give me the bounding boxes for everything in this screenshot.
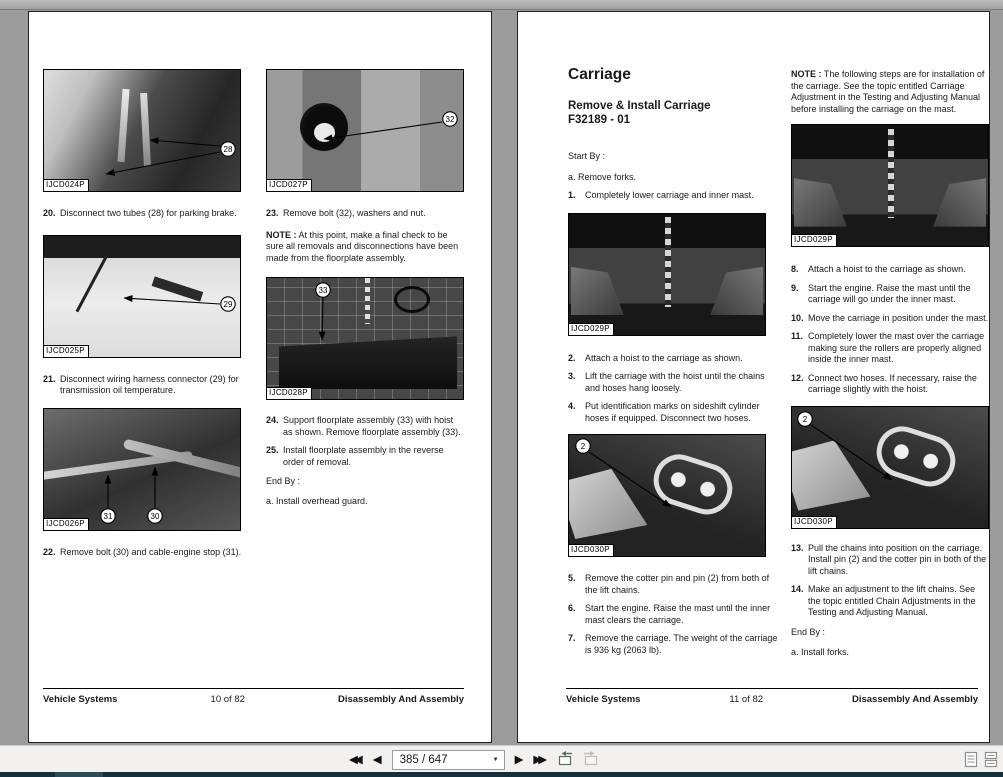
figure-ijcd030p: 2 IJCD030P [791,406,989,529]
next-view-icon [581,750,601,767]
callout-32: 32 [446,115,455,124]
figure-label: IJCD029P [569,323,614,335]
callout-29: 29 [224,300,233,309]
page-counter-value: 385 / 647 [400,754,448,766]
step-3: 3. Lift the carriage with the hoist unti… [568,371,782,394]
previous-page-icon: ◀ [373,754,382,766]
step-13: 13. Pull the chains into position on the… [791,543,990,578]
next-page-icon: ▶ [515,754,524,766]
callout-overlay: 33 [267,278,463,399]
step-11: 11. Completely lower the mast over the c… [791,331,990,366]
figure-label: IJCD026P [44,518,89,530]
note-paragraph: NOTE : The following steps are for insta… [791,69,990,115]
figure-ijcd026p: 31 30 IJCD026P [43,408,241,531]
end-by-label: End By : [791,627,990,639]
document-page-right: Carriage Remove & Install Carriage F3218… [517,11,990,743]
callout-overlay: 32 [267,70,463,191]
step-24: 24. Support floorplate assembly (33) wit… [266,415,464,438]
callout-overlay: 2 [569,435,765,556]
page-footer: Vehicle Systems 11 of 82 Disassembly And… [566,688,978,705]
end-by-item: a. Install forks. [791,647,990,659]
callout-overlay: 31 30 [44,409,240,530]
status-strip [0,772,1003,777]
step-2: 2. Attach a hoist to the carriage as sho… [568,353,782,365]
step-9: 9. Start the engine. Raise the mast unti… [791,283,990,306]
last-page-button[interactable]: ▶▶ [528,750,552,770]
next-page-button[interactable]: ▶ [510,750,529,770]
dropdown-arrow-icon: ▼ [493,757,499,763]
last-page-icon: ▶▶ [533,754,543,766]
callout-31: 31 [104,512,113,521]
previous-view-button[interactable] [552,750,578,770]
figure-label: IJCD030P [569,544,614,556]
figure-ijcd027p: 32 IJCD027P [266,69,464,192]
callout-30: 30 [151,512,160,521]
page-footer: Vehicle Systems 10 of 82 Disassembly And… [43,688,464,705]
end-by-item: a. Install overhead guard. [266,496,464,508]
step-1: 1. Completely lower carriage and inner m… [568,190,782,202]
callout-overlay: 2 [792,407,988,528]
callout-overlay: 29 [44,236,240,357]
continuous-view-button[interactable] [981,751,1001,771]
figure-label: IJCD030P [792,516,837,528]
step-12: 12. Connect two hoses. If necessary, rai… [791,373,990,396]
figure-label: IJCD028P [267,387,312,399]
figure-label: IJCD029P [792,234,837,246]
figure-ijcd029p: IJCD029P [791,124,989,247]
step-25: 25. Install floorplate assembly in the r… [266,445,464,468]
figure-ijcd029p: IJCD029P [568,213,766,336]
figure-ijcd025p: 29 IJCD025P [43,235,241,358]
step-22: 22. Remove bolt (30) and cable-engine st… [43,547,243,559]
callout-2: 2 [581,442,586,451]
first-page-button[interactable]: ◀◀ [344,750,368,770]
step-5: 5. Remove the cotter pin and pin (2) fro… [568,573,782,596]
continuous-view-icon [984,751,998,768]
pdf-viewer-window: 28 IJCD024P 20. Disconnect two tubes (28… [0,0,1003,777]
figure-ijcd028p: 33 IJCD028P [266,277,464,400]
page-number-input[interactable]: 385 / 647 ▼ [392,750,505,770]
figure-ijcd024p: 28 IJCD024P [43,69,241,192]
topic-code: F32189 - 01 [568,114,782,128]
start-by-item: a. Remove forks. [568,172,782,184]
topic-title: Remove & Install Carriage [568,100,782,114]
step-21: 21. Disconnect wiring harness connector … [43,374,243,397]
step-20: 20. Disconnect two tubes (28) for parkin… [43,208,243,220]
section-title: Carriage [568,66,782,83]
next-view-button[interactable] [578,750,604,770]
step-7: 7. Remove the carriage. The weight of th… [568,633,782,656]
single-page-view-button[interactable] [961,751,981,771]
previous-view-icon [555,750,575,767]
step-6: 6. Start the engine. Raise the mast unti… [568,603,782,626]
callout-28: 28 [224,145,233,154]
callout-2: 2 [803,415,808,424]
step-14: 14. Make an adjustment to the lift chain… [791,584,990,619]
figure-label: IJCD027P [267,179,312,191]
step-8: 8. Attach a hoist to the carriage as sho… [791,264,990,276]
step-10: 10. Move the carriage in position under … [791,313,990,325]
first-page-icon: ◀◀ [349,754,359,766]
window-top-bar [0,0,1003,10]
figure-label: IJCD025P [44,345,89,357]
end-by-label: End By : [266,476,464,488]
step-23: 23. Remove bolt (32), washers and nut. [266,208,464,220]
figure-ijcd030p: 2 IJCD030P [568,434,766,557]
previous-page-button[interactable]: ◀ [368,750,387,770]
figure-label: IJCD024P [44,179,89,191]
single-page-view-icon [964,751,978,768]
document-page-left: 28 IJCD024P 20. Disconnect two tubes (28… [28,11,492,743]
pdf-navigation-toolbar: ◀◀ ◀ 385 / 647 ▼ ▶ ▶▶ [0,745,1003,772]
callout-33: 33 [319,286,328,295]
step-4: 4. Put identification marks on sideshift… [568,401,782,424]
start-by-label: Start By : [568,151,782,163]
callout-overlay: 28 [44,70,240,191]
note-paragraph: NOTE : At this point, make a final check… [266,230,464,265]
